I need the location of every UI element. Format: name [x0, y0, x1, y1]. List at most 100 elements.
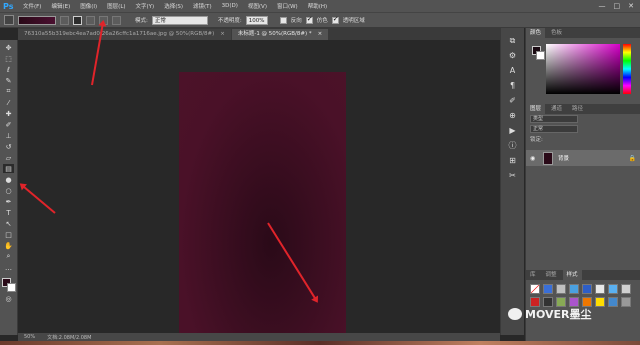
- transparency-checkbox[interactable]: [331, 15, 339, 24]
- tab-document-jpg[interactable]: 76310a55b319ebc4ea7ad0f26a26cffc1a1716ae…: [18, 29, 231, 40]
- foreground-background-colors[interactable]: [1, 278, 16, 292]
- menu-view[interactable]: 视图(V): [243, 2, 272, 10]
- watermark-text: MOVER墨尘: [525, 308, 592, 321]
- zoom-level[interactable]: 50%: [24, 334, 35, 340]
- pen-tool-icon[interactable]: ✒: [3, 197, 14, 206]
- hue-slider[interactable]: [623, 44, 631, 94]
- tool-presets-icon[interactable]: ✂: [508, 171, 518, 181]
- background-color-swatch[interactable]: [6, 283, 16, 292]
- document-canvas[interactable]: [179, 72, 346, 336]
- properties-icon[interactable]: ⚙: [508, 51, 518, 61]
- layer-thumbnail: [543, 151, 553, 165]
- menu-bar: Ps 文件(F) 编辑(E) 图像(I) 图层(L) 文字(Y) 选择(S) 滤…: [0, 0, 640, 12]
- navigator-icon[interactable]: ⊞: [508, 156, 518, 166]
- style-swatch[interactable]: [556, 284, 566, 294]
- style-swatch[interactable]: [608, 297, 618, 307]
- close-tab-icon[interactable]: ×: [318, 31, 323, 37]
- tab-styles[interactable]: 样式: [562, 270, 582, 280]
- minimize-button[interactable]: —: [599, 2, 606, 10]
- style-swatch[interactable]: [530, 284, 540, 294]
- menu-select[interactable]: 选择(S): [159, 2, 188, 10]
- marquee-tool-icon[interactable]: ⬚: [3, 54, 14, 63]
- hand-tool-icon[interactable]: ✋: [3, 241, 14, 250]
- move-tool-icon[interactable]: ✥: [3, 43, 14, 52]
- tab-libraries[interactable]: 库: [526, 270, 540, 280]
- maximize-button[interactable]: □: [614, 2, 621, 10]
- style-swatch[interactable]: [582, 284, 592, 294]
- actions-icon[interactable]: ▶: [508, 126, 518, 136]
- quick-select-tool-icon[interactable]: ✎: [3, 76, 14, 85]
- tab-adjustments[interactable]: 调整: [542, 270, 561, 280]
- collapsed-panels-strip: ⧉ ⚙ A ¶ ✐ ⊕ ▶ ⓘ ⊞ ✂: [500, 28, 524, 335]
- dither-checkbox[interactable]: [305, 15, 313, 24]
- brush-tool-icon[interactable]: ✐: [3, 120, 14, 129]
- zoom-tool-icon[interactable]: ⌕: [3, 252, 14, 261]
- blend-mode-select[interactable]: 正常: [530, 125, 578, 133]
- healing-brush-tool-icon[interactable]: ✚: [3, 109, 14, 118]
- lock-icon: 🔒: [628, 154, 636, 162]
- blur-tool-icon[interactable]: ●: [3, 175, 14, 184]
- angle-gradient-button[interactable]: [86, 15, 95, 25]
- style-swatch[interactable]: [595, 297, 605, 307]
- radial-gradient-button[interactable]: [73, 15, 82, 25]
- watermark: MOVER墨尘: [508, 306, 592, 322]
- path-select-tool-icon[interactable]: ↖: [3, 219, 14, 228]
- menu-layer[interactable]: 图层(L): [102, 2, 130, 10]
- diamond-gradient-button[interactable]: [112, 15, 121, 25]
- color-field[interactable]: [546, 44, 620, 94]
- style-swatch[interactable]: [595, 284, 605, 294]
- style-swatch[interactable]: [621, 297, 631, 307]
- layer-row[interactable]: ◉ 背景 🔒: [526, 150, 640, 166]
- eraser-tool-icon[interactable]: ▱: [3, 153, 14, 162]
- menu-edit[interactable]: 编辑(E): [46, 2, 75, 10]
- tab-paths[interactable]: 路径: [568, 104, 587, 114]
- menu-type[interactable]: 文字(Y): [131, 2, 160, 10]
- close-button[interactable]: ✕: [628, 2, 634, 10]
- dodge-tool-icon[interactable]: ○: [3, 186, 14, 195]
- menu-filter[interactable]: 滤镜(T): [188, 2, 217, 10]
- layer-kind-filter[interactable]: 类型: [530, 115, 578, 123]
- opacity-input[interactable]: 100%: [245, 15, 268, 25]
- paragraph-icon[interactable]: ¶: [508, 81, 518, 91]
- history-brush-tool-icon[interactable]: ↺: [3, 142, 14, 151]
- character-icon[interactable]: A: [508, 66, 518, 76]
- gradient-tool-icon[interactable]: ▤: [3, 164, 14, 173]
- transparency-label: 透明区域: [342, 18, 365, 24]
- crop-tool-icon[interactable]: ⌗: [3, 87, 14, 96]
- tab-color[interactable]: 颜色: [526, 28, 546, 38]
- style-swatch[interactable]: [569, 284, 579, 294]
- menu-help[interactable]: 帮助(H): [303, 2, 332, 10]
- menu-file[interactable]: 文件(F): [18, 2, 46, 10]
- info-icon[interactable]: ⓘ: [508, 141, 518, 151]
- shape-tool-icon[interactable]: □: [3, 230, 14, 239]
- tab-swatches[interactable]: 色板: [547, 28, 566, 38]
- menu-3d[interactable]: 3D(D): [217, 3, 243, 9]
- visibility-eye-icon[interactable]: ◉: [530, 155, 538, 162]
- quick-mask-icon[interactable]: ◎: [3, 294, 14, 303]
- mode-select[interactable]: 正常: [151, 15, 208, 25]
- history-icon[interactable]: ⧉: [508, 36, 518, 46]
- linear-gradient-button[interactable]: [60, 15, 69, 25]
- type-tool-icon[interactable]: T: [3, 208, 14, 217]
- style-swatch[interactable]: [621, 284, 631, 294]
- lasso-tool-icon[interactable]: ℓ: [3, 65, 14, 74]
- tab-channels[interactable]: 通道: [547, 104, 566, 114]
- dither-label: 仿色: [316, 18, 328, 24]
- tab-untitled[interactable]: 未标题-1 @ 50%(RGB/8#) * ×: [231, 29, 329, 40]
- more-tools-icon[interactable]: …: [3, 263, 14, 272]
- clone-stamp-tool-icon[interactable]: ⊥: [3, 131, 14, 140]
- close-tab-icon[interactable]: ×: [220, 31, 225, 37]
- eyedropper-tool-icon[interactable]: ⁄: [3, 98, 14, 107]
- gradient-picker[interactable]: [18, 15, 56, 25]
- reverse-checkbox[interactable]: [279, 16, 287, 24]
- clone-source-icon[interactable]: ⊕: [508, 111, 518, 121]
- menu-window[interactable]: 窗口(W): [272, 2, 303, 10]
- tools-panel: ✥ ⬚ ℓ ✎ ⌗ ⁄ ✚ ✐ ⊥ ↺ ▱ ▤ ● ○ ✒ T ↖ □ ✋ ⌕ …: [0, 40, 18, 335]
- gradient-tool-preset-icon[interactable]: [4, 15, 14, 25]
- panel-background-swatch[interactable]: [536, 51, 545, 60]
- style-swatch[interactable]: [543, 284, 553, 294]
- tab-layers[interactable]: 图层: [526, 104, 546, 114]
- menu-image[interactable]: 图像(I): [75, 2, 102, 10]
- style-swatch[interactable]: [608, 284, 618, 294]
- brush-presets-icon[interactable]: ✐: [508, 96, 518, 106]
